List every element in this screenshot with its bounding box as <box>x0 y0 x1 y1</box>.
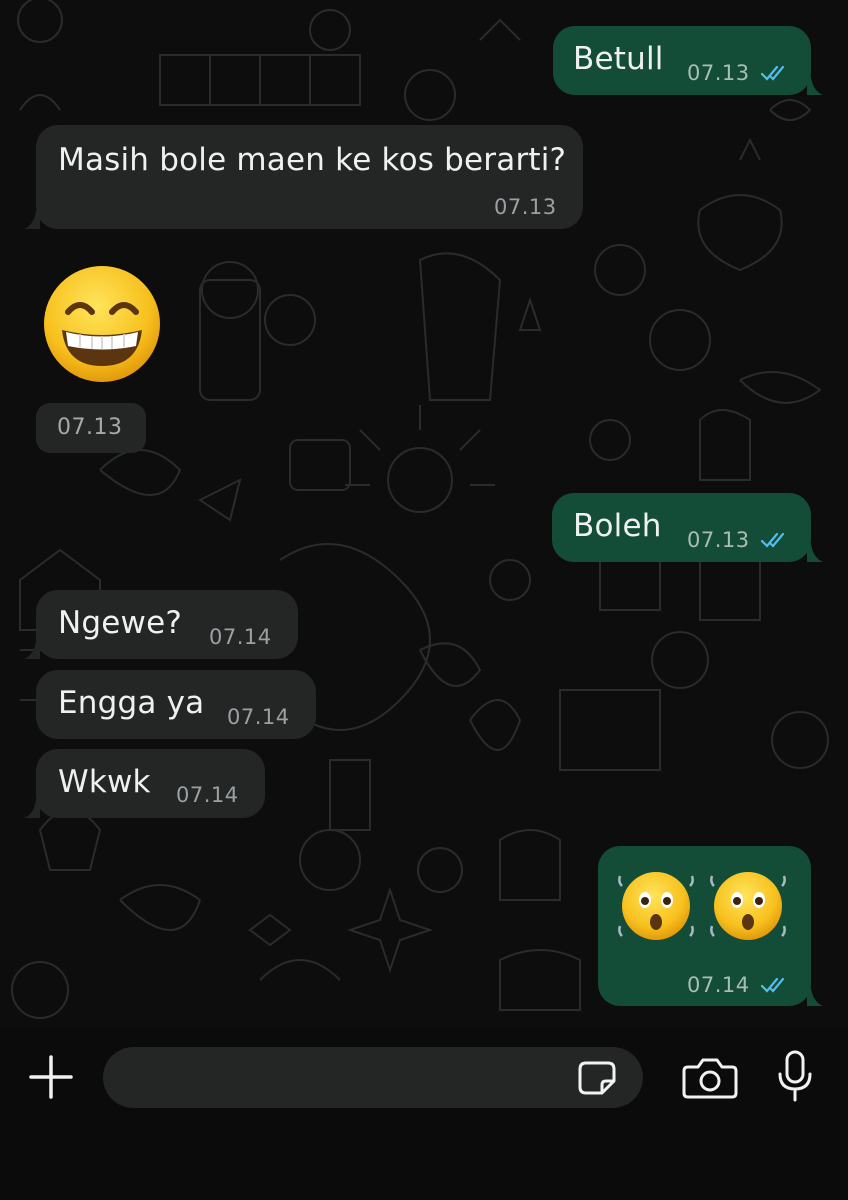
grinning-face-icon <box>44 266 160 382</box>
message-bubble-incoming[interactable]: Wkwk 07.14 <box>24 749 265 818</box>
message-time: 07.14 <box>687 973 750 997</box>
message-bubble-incoming[interactable]: Ngewe? 07.14 <box>24 590 298 659</box>
chat-background: Betull 07.13 Masih bole maen ke kos bera… <box>0 0 848 1028</box>
message-time: 07.14 <box>227 705 290 729</box>
bubble-tail <box>807 988 823 1006</box>
message-input[interactable] <box>103 1047 643 1108</box>
message-text: Wkwk <box>58 764 151 800</box>
message-time: 07.13 <box>687 528 750 552</box>
message-bubble-incoming[interactable]: Masih bole maen ke kos berarti? 07.13 <box>24 125 583 229</box>
message-text: Ngewe? <box>58 605 183 641</box>
emoji-time-badge: 07.13 <box>36 403 146 453</box>
message-text: Masih bole maen ke kos berarti? <box>58 142 567 178</box>
bubble-tail <box>807 77 823 95</box>
bubble-tail <box>24 800 40 818</box>
sticker-icon[interactable] <box>578 1057 620 1099</box>
message-bubble-incoming[interactable]: Engga ya 07.14 <box>36 670 316 739</box>
message-text: Engga ya <box>58 685 205 721</box>
composer-bar <box>0 1028 848 1200</box>
message-bubble-outgoing[interactable]: Betull 07.13 <box>553 26 823 95</box>
astonished-face-icon <box>618 872 786 940</box>
message-time: 07.13 <box>57 415 123 440</box>
message-text: Betull <box>573 41 664 77</box>
read-ticks-icon <box>760 532 785 548</box>
message-time: 07.13 <box>494 195 557 219</box>
bubble-tail <box>24 211 40 229</box>
emoji-message-incoming[interactable]: 07.13 <box>36 258 166 458</box>
plus-icon[interactable] <box>27 1053 75 1101</box>
message-time: 07.14 <box>176 783 239 807</box>
microphone-icon[interactable] <box>775 1048 815 1104</box>
read-ticks-icon <box>760 977 785 993</box>
message-bubble-outgoing[interactable]: Boleh 07.13 <box>552 493 823 562</box>
message-text: Boleh <box>573 508 662 544</box>
bubble-tail <box>807 544 823 562</box>
message-time: 07.14 <box>209 625 272 649</box>
read-ticks-icon <box>760 65 785 81</box>
camera-icon[interactable] <box>682 1053 738 1101</box>
message-bubble-outgoing[interactable]: 07.14 <box>598 846 823 1006</box>
message-time: 07.13 <box>687 61 750 85</box>
bubble-tail <box>24 641 40 659</box>
